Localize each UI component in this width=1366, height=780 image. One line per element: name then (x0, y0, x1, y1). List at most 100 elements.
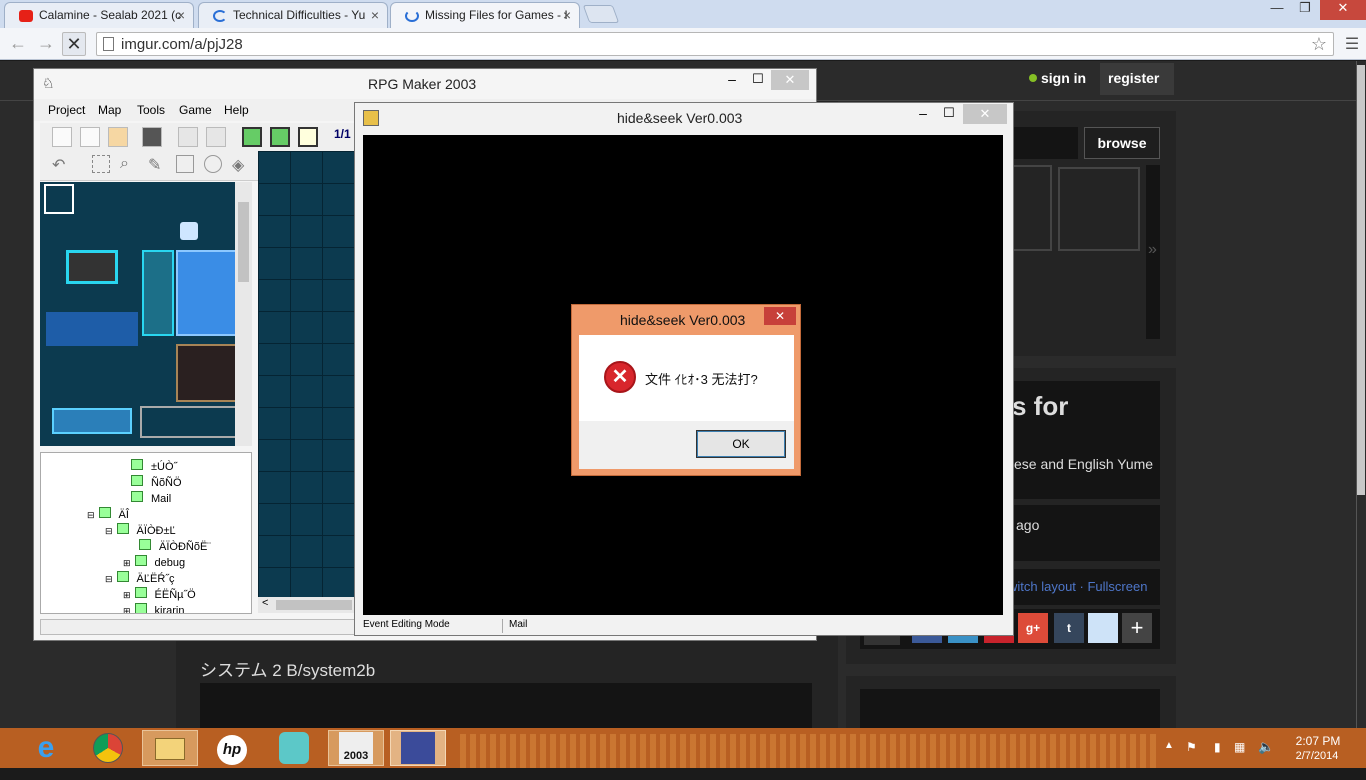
miku-icon[interactable] (268, 730, 320, 766)
open-project-icon[interactable] (80, 127, 100, 147)
more-share-icon[interactable]: + (1122, 613, 1152, 643)
close-button[interactable]: ✕ (771, 70, 809, 90)
expand-icon[interactable]: ⊞ (123, 558, 131, 568)
reddit-icon[interactable] (1088, 613, 1118, 643)
tile-wardrobe[interactable] (176, 250, 240, 336)
tab-close-icon[interactable]: × (177, 7, 185, 23)
bookmark-star-icon[interactable]: ☆ (1311, 34, 1327, 55)
zoom-icon[interactable]: 1/1 (334, 127, 354, 147)
thumbnail[interactable] (1008, 165, 1052, 251)
minimize-button[interactable]: — (1262, 0, 1292, 20)
fill-icon[interactable]: ◈ (232, 155, 252, 175)
map-tree[interactable]: ±ÚÒ˝ ÑõÑÖ Mail ⊟ ÄÎ ⊟ ÄÏÒÐ±Ľ ÄÏÒÐÑõË¨ ⊞ deb… (40, 452, 252, 614)
tree-node[interactable]: ⊟ ÄĽËŔ˝ç (105, 571, 174, 587)
save-icon[interactable] (142, 127, 162, 147)
tree-node[interactable]: Mail (131, 491, 171, 507)
show-hidden-icons[interactable]: ▲ (1164, 740, 1174, 751)
layout-links[interactable]: witch layout · Fullscreen (1008, 579, 1147, 594)
clock-time[interactable]: 2:07 PM (1294, 734, 1342, 748)
game-icon[interactable] (390, 730, 446, 766)
file-explorer-icon[interactable] (142, 730, 198, 766)
circle-icon[interactable] (204, 155, 222, 173)
menu-game[interactable]: Game (179, 103, 212, 117)
hp-icon[interactable]: hp (206, 730, 258, 766)
menu-tools[interactable]: Tools (137, 103, 165, 117)
expand-icon[interactable]: ⊞ (123, 606, 131, 613)
dialog-close-button[interactable]: ✕ (764, 307, 796, 325)
volume-icon[interactable]: 🔈 (1258, 739, 1274, 755)
action-center-icon[interactable]: ⚑ (1186, 740, 1197, 754)
tree-node[interactable]: ⊞ ÉËÑµ˝Ö (123, 587, 196, 603)
tile-door[interactable] (176, 344, 240, 402)
undo-icon[interactable]: ↶ (52, 155, 72, 175)
search-box[interactable] (1008, 127, 1078, 159)
tree-node[interactable]: ÑõÑÖ (131, 475, 182, 491)
tile-tv[interactable] (66, 250, 118, 284)
tree-node[interactable]: ⊟ ÄÏÒÐ±Ľ (105, 523, 176, 539)
battery-icon[interactable]: ▮ (1214, 740, 1221, 754)
browser-tab-1[interactable]: Calamine - Sealab 2021 (c × (4, 2, 194, 28)
magnify-icon[interactable]: ⌕ (120, 155, 140, 175)
sign-in-link[interactable]: sign in (1041, 70, 1086, 86)
thumbnail[interactable] (1058, 167, 1140, 251)
tab-close-icon[interactable]: × (563, 7, 571, 23)
google-plus-icon[interactable]: g+ (1018, 613, 1048, 643)
register-link[interactable]: register (1108, 70, 1159, 86)
tree-node[interactable]: ⊞ debug (123, 555, 185, 571)
new-tab-button[interactable] (582, 5, 620, 23)
menu-map[interactable]: Map (98, 103, 121, 117)
rpgmaker-2003-icon[interactable]: 2003 (328, 730, 384, 766)
next-arrow-icon[interactable]: » (1148, 241, 1157, 259)
chrome-icon[interactable] (82, 730, 134, 766)
minimize-button[interactable]: – (911, 105, 935, 121)
map-h-scrollbar[interactable]: < (258, 597, 356, 613)
tileset-scrollbar[interactable] (235, 182, 252, 446)
scrollbar-thumb[interactable] (276, 600, 352, 610)
tree-node[interactable]: ÄÏÒÐÑõË¨ (139, 539, 211, 555)
minimize-button[interactable]: – (720, 71, 744, 87)
browser-tab-3[interactable]: Missing Files for Games - I × (390, 2, 580, 28)
event-layer-icon[interactable] (298, 127, 318, 147)
lower-layer-icon[interactable] (242, 127, 262, 147)
tree-node[interactable]: ±ÚÒ˝ (131, 459, 177, 475)
browser-tab-2[interactable]: Technical Difficulties - Yu × (198, 2, 388, 28)
maximize-button[interactable]: ❐ (1292, 0, 1318, 20)
collapse-icon[interactable]: ⊟ (105, 526, 113, 536)
select-icon[interactable] (92, 155, 110, 173)
tile-rug[interactable] (52, 408, 132, 434)
clock-date[interactable]: 2/7/2014 (1292, 750, 1342, 762)
browse-button[interactable]: browse (1084, 127, 1160, 159)
tree-node[interactable]: ⊞ kirarin (123, 603, 185, 613)
rectangle-icon[interactable] (176, 155, 194, 173)
new-project-icon[interactable] (52, 127, 72, 147)
ok-button[interactable]: OK (696, 430, 786, 458)
expand-icon[interactable]: ⊞ (123, 590, 131, 600)
menu-icon[interactable]: ☰ (1340, 34, 1364, 58)
scrollbar-thumb[interactable] (238, 202, 249, 282)
menu-project[interactable]: Project (48, 103, 85, 117)
tab-close-icon[interactable]: × (371, 7, 379, 23)
map-editor-canvas[interactable] (258, 151, 356, 597)
back-arrow-icon[interactable]: ← (6, 32, 30, 56)
paste-icon[interactable] (206, 127, 226, 147)
network-icon[interactable]: ▦ (1234, 740, 1245, 754)
collapse-icon[interactable]: ⊟ (87, 510, 95, 520)
tree-node[interactable]: ⊟ ÄÎ (87, 507, 129, 523)
close-window-button[interactable]: ✕ (1320, 0, 1366, 20)
maximize-button[interactable]: ☐ (746, 71, 770, 87)
address-bar[interactable]: imgur.com/a/pjJ28 ☆ (96, 32, 1334, 56)
collapse-icon[interactable]: ⊟ (105, 574, 113, 584)
tile-chair[interactable] (180, 222, 198, 240)
stop-loading-icon[interactable]: ✕ (62, 32, 86, 56)
tumblr-icon[interactable]: t (1054, 613, 1084, 643)
tile-bed[interactable] (46, 312, 138, 346)
cut-icon[interactable] (178, 127, 198, 147)
tileset-palette[interactable] (40, 182, 252, 446)
tile-shelf[interactable] (142, 250, 174, 336)
tile-empty[interactable] (140, 406, 238, 438)
close-project-icon[interactable] (108, 127, 128, 147)
page-scrollbar-thumb[interactable] (1357, 65, 1365, 495)
upper-layer-icon[interactable] (270, 127, 290, 147)
close-button[interactable]: ✕ (963, 104, 1007, 124)
scroll-left-icon[interactable]: < (262, 597, 268, 609)
